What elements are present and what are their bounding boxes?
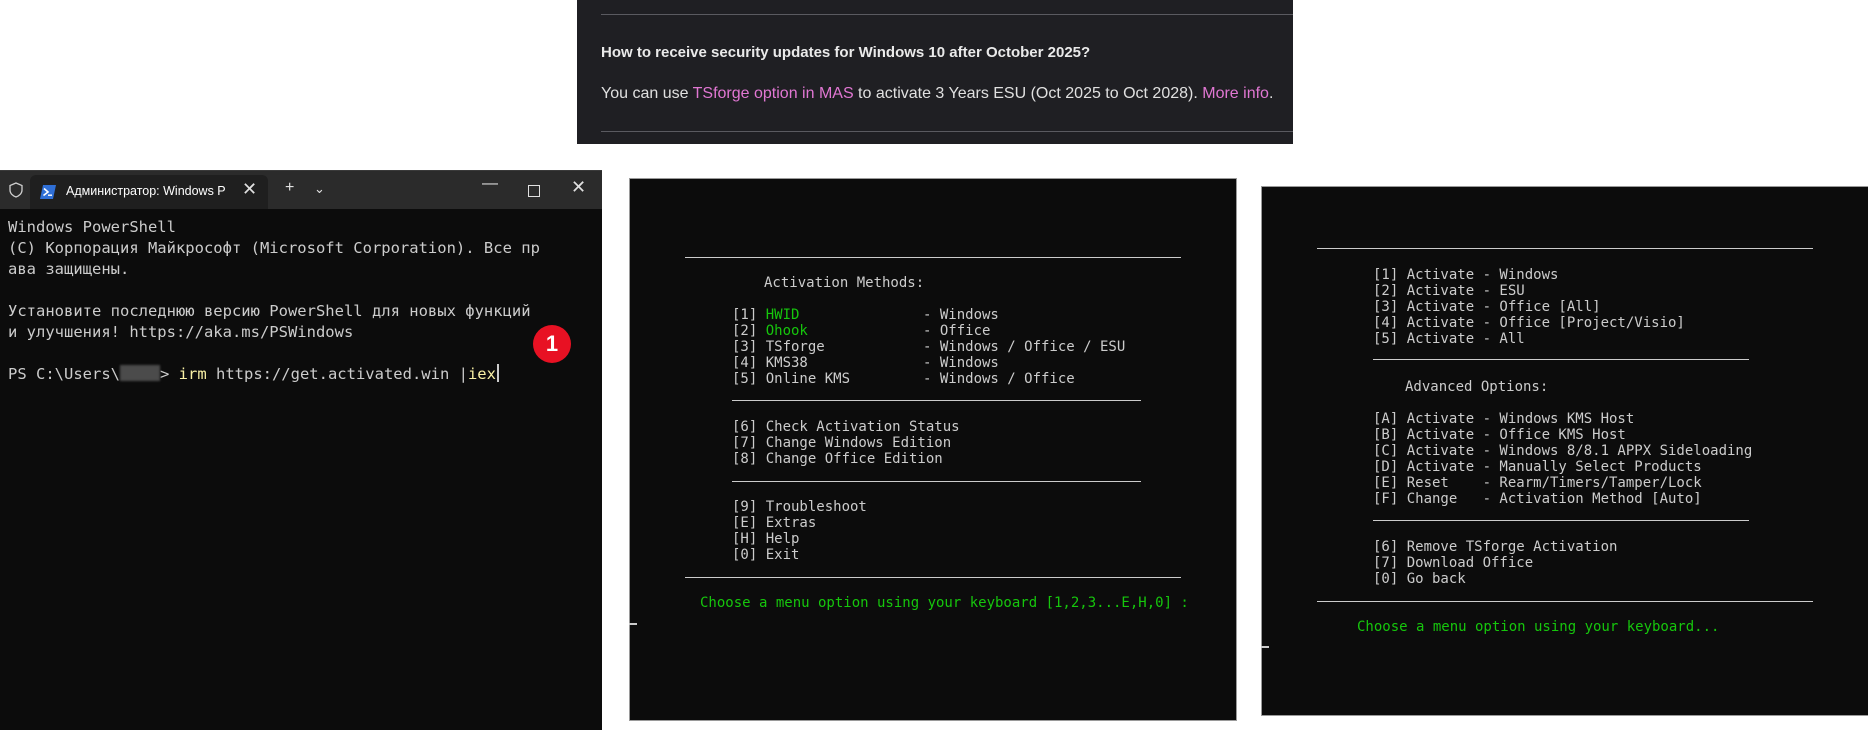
- menu-item-go-back[interactable]: [0] Go back: [1373, 571, 1466, 587]
- menu-item-change-method[interactable]: [F] Change - Activation Method [Auto]: [1373, 491, 1702, 507]
- menu-item-troubleshoot[interactable]: [9] Troubleshoot: [732, 499, 867, 515]
- divider: [732, 481, 1141, 482]
- powershell-window: Администратор: Windows PowerShell ✕ + ⌄ …: [0, 170, 602, 730]
- menu-name: HWID: [765, 307, 800, 323]
- redacted-username: [119, 365, 160, 381]
- divider: [1317, 601, 1813, 602]
- menu-item-appx-sideloading[interactable]: [C] Activate - Windows 8/8.1 APPX Sidelo…: [1373, 443, 1752, 459]
- menu-key: [4]: [732, 355, 766, 371]
- prompt-line: PS C:\Users\ > irm https://get.activated.…: [8, 364, 540, 385]
- powershell-icon: [40, 185, 56, 199]
- terminal-line: Windows PowerShell: [8, 218, 176, 236]
- menu-item-help[interactable]: [H] Help: [732, 531, 799, 547]
- terminal-line: и улучшения! https://aka.ms/PSWindows: [8, 323, 354, 341]
- menu-item-check-status[interactable]: [6] Check Activation Status: [732, 419, 960, 435]
- menu-item-exit[interactable]: [0] Exit: [732, 547, 799, 563]
- prompt-prefix: PS C:\Users\: [8, 365, 120, 383]
- more-info-link[interactable]: More info: [1202, 85, 1269, 102]
- divider: [1317, 248, 1813, 249]
- info-card: How to receive security updates for Wind…: [577, 0, 1293, 144]
- menu-name: KMS38: [765, 355, 808, 371]
- shield-icon: [9, 182, 23, 198]
- info-title: How to receive security updates for Wind…: [601, 44, 1091, 61]
- menu-key: [5]: [732, 371, 766, 387]
- terminal-line: (C) Корпорация Майкрософт (Microsoft Cor…: [8, 239, 540, 257]
- menu-name: Ohook: [765, 323, 808, 339]
- menu-item-change-windows-edition[interactable]: [7] Change Windows Edition: [732, 435, 951, 451]
- divider: [1373, 359, 1749, 360]
- menu-item-download-office[interactable]: [7] Download Office: [1373, 555, 1533, 571]
- chevron-down-icon[interactable]: ⌄: [314, 181, 325, 197]
- divider: [601, 131, 1293, 132]
- menu-item-ohook[interactable]: [2] Ohook: [732, 323, 808, 339]
- menu-target: - Office: [923, 323, 991, 339]
- maximize-icon[interactable]: [528, 185, 540, 197]
- menu-item-online-kms[interactable]: [5] Online KMS: [732, 371, 850, 387]
- info-text: to activate 3 Years ESU (Oct 2025 to Oct…: [853, 85, 1203, 102]
- menu-target: - Windows / Office: [923, 371, 1075, 387]
- console-cursor: [1261, 646, 1269, 648]
- terminal-line: Установите последнюю версию PowerShell д…: [8, 302, 531, 320]
- command-pipe: |: [458, 365, 468, 383]
- menu-key: [3]: [732, 339, 766, 355]
- menu-item-activate-office-all[interactable]: [3] Activate - Office [All]: [1373, 299, 1601, 315]
- menu-item-kms38[interactable]: [4] KMS38: [732, 355, 808, 371]
- console-cursor: [629, 623, 637, 625]
- menu-item-manual-select[interactable]: [D] Activate - Manually Select Products: [1373, 459, 1702, 475]
- info-body: You can use TSforge option in MAS to act…: [601, 85, 1273, 103]
- close-icon[interactable]: ✕: [242, 179, 257, 200]
- tab-title: Администратор: Windows PowerShell: [66, 184, 226, 198]
- close-icon[interactable]: ✕: [571, 177, 586, 198]
- menu-target: - Windows: [923, 355, 999, 371]
- menu-item-hwid[interactable]: [1] HWID: [732, 307, 799, 323]
- menu-name: TSforge: [765, 339, 825, 355]
- command-argument: https://get.activated.win: [206, 365, 459, 383]
- menu-name: Online KMS: [765, 371, 851, 387]
- section-header: Advanced Options:: [1405, 379, 1549, 395]
- menu-item-remove-tsforge[interactable]: [6] Remove TSforge Activation: [1373, 539, 1617, 555]
- step-badge: 1: [533, 325, 571, 363]
- divider: [685, 257, 1181, 258]
- menu-key: [1]: [732, 307, 766, 323]
- info-text: .: [1268, 85, 1274, 102]
- tsforge-link[interactable]: TSforge option in MAS: [693, 85, 854, 102]
- menu-item-office-kms-host[interactable]: [B] Activate - Office KMS Host: [1373, 427, 1626, 443]
- minimize-icon[interactable]: —: [482, 175, 498, 193]
- menu-key: [2]: [732, 323, 766, 339]
- menu-prompt: Choose a menu option using your keyboard…: [1357, 619, 1720, 635]
- text-cursor: [496, 364, 499, 382]
- command-iex: iex: [467, 365, 496, 383]
- divider: [601, 14, 1293, 15]
- tab-bar: Администратор: Windows PowerShell ✕ + ⌄ …: [0, 171, 602, 209]
- mas-main-menu-window: Activation Methods: [1] HWID - Windows […: [629, 178, 1237, 721]
- menu-item-windows-kms-host[interactable]: [A] Activate - Windows KMS Host: [1373, 411, 1634, 427]
- menu-item-change-office-edition[interactable]: [8] Change Office Edition: [732, 451, 943, 467]
- menu-item-activate-esu[interactable]: [2] Activate - ESU: [1373, 283, 1525, 299]
- menu-item-activate-all[interactable]: [5] Activate - All: [1373, 331, 1525, 347]
- command-name: irm: [178, 365, 207, 383]
- menu-item-activate-office-project-visio[interactable]: [4] Activate - Office [Project/Visio]: [1373, 315, 1685, 331]
- menu-target: - Windows / Office / ESU: [923, 339, 1126, 355]
- terminal-output[interactable]: Windows PowerShell (C) Корпорация Майкрос…: [8, 217, 540, 385]
- mas-tsforge-menu-window: [1] Activate - Windows [2] Activate - ES…: [1261, 186, 1868, 716]
- tab-powershell[interactable]: Администратор: Windows PowerShell ✕: [30, 175, 268, 209]
- divider: [732, 400, 1141, 401]
- plus-icon[interactable]: +: [285, 179, 294, 197]
- terminal-line: ава защищены.: [8, 260, 130, 278]
- divider: [1373, 520, 1749, 521]
- divider: [685, 577, 1181, 578]
- section-header: Activation Methods:: [764, 275, 925, 291]
- menu-item-activate-windows[interactable]: [1] Activate - Windows: [1373, 267, 1558, 283]
- prompt-suffix: >: [159, 365, 179, 383]
- menu-target: - Windows: [923, 307, 999, 323]
- menu-item-tsforge[interactable]: [3] TSforge: [732, 339, 825, 355]
- info-text: You can use: [601, 85, 693, 102]
- menu-item-extras[interactable]: [E] Extras: [732, 515, 816, 531]
- menu-prompt: Choose a menu option using your keyboard…: [700, 595, 1189, 611]
- menu-item-reset[interactable]: [E] Reset - Rearm/Timers/Tamper/Lock: [1373, 475, 1702, 491]
